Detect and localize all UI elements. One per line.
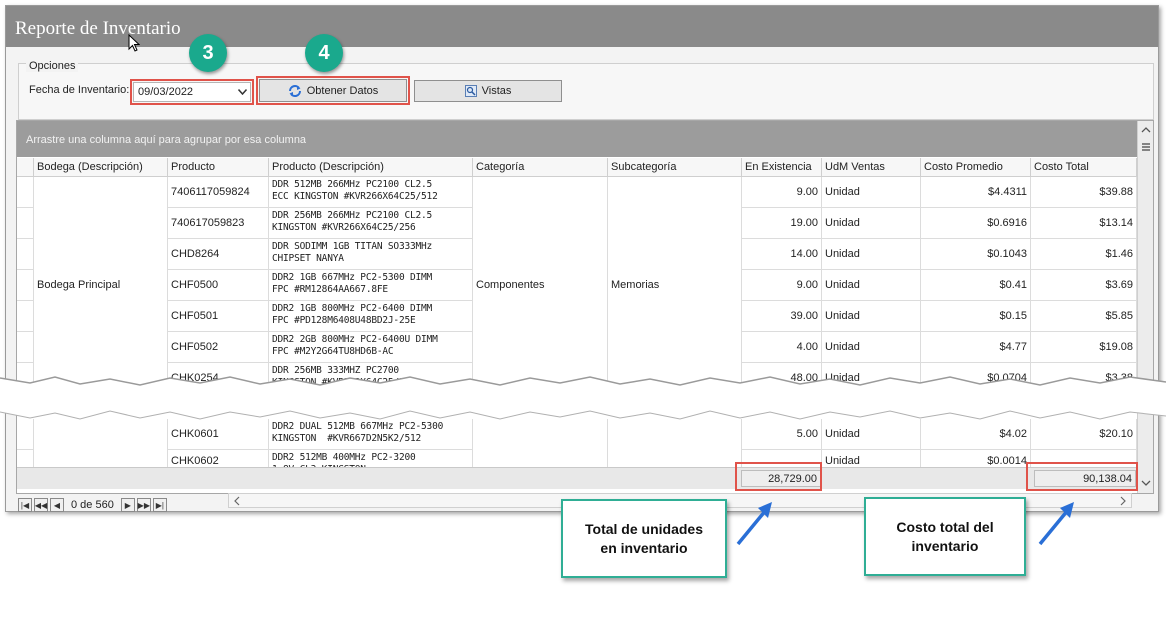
product-description: DDR 256MB 266MHz PC2100 CL2.5 KINGSTON #…	[269, 208, 473, 239]
warehouse-group-cell: Bodega Principal	[34, 177, 168, 394]
product-code: CHF0500	[168, 270, 269, 301]
date-label: Fecha de Inventario:	[29, 84, 130, 96]
step3-highlight	[130, 79, 254, 105]
summary-footer-row: 28,729.00 90,138.04	[17, 467, 1137, 489]
total-cost: $13.14	[1031, 208, 1137, 239]
header-total-cost[interactable]: Costo Total	[1031, 158, 1137, 177]
average-cost: $0.6916	[921, 208, 1031, 239]
average-cost: $0.1043	[921, 239, 1031, 270]
average-cost: $0.41	[921, 270, 1031, 301]
subcategory-group-cell-cont	[608, 419, 742, 472]
next-page-button[interactable]: ▶	[120, 498, 135, 512]
step-3-badge: 3	[189, 34, 227, 72]
header-category[interactable]: Categoría	[473, 158, 608, 177]
average-cost: $0.15	[921, 301, 1031, 332]
product-description: DDR 512MB 266MHz PC2100 CL2.5 ECC KINGST…	[269, 177, 473, 208]
header-warehouse[interactable]: Bodega (Descripción)	[34, 158, 168, 177]
row-selector[interactable]	[17, 332, 34, 363]
window-title: Reporte de Inventario	[15, 18, 181, 39]
stock-quantity: 14.00	[742, 239, 822, 270]
sales-uom: Unidad	[822, 301, 921, 332]
row-selector[interactable]	[17, 301, 34, 332]
warehouse-group-cell-cont	[34, 419, 168, 472]
torn-page-break	[0, 376, 1166, 420]
cost-arrow-icon	[1038, 502, 1074, 546]
sales-uom: Unidad	[822, 332, 921, 363]
header-stock[interactable]: En Existencia	[742, 158, 822, 177]
header-uom[interactable]: UdM Ventas	[822, 158, 921, 177]
row-selector-header[interactable]	[17, 158, 34, 177]
views-label: Vistas	[481, 85, 512, 97]
units-arrow-icon	[736, 502, 772, 546]
total-cost: $39.88	[1031, 177, 1137, 208]
total-cost: $5.85	[1031, 301, 1137, 332]
product-code: CHD8264	[168, 239, 269, 270]
scroll-left-icon[interactable]	[232, 495, 242, 507]
header-subcategory[interactable]: Subcategoría	[608, 158, 742, 177]
title-bar: Reporte de Inventario	[6, 6, 1158, 52]
magnifier-icon	[464, 85, 477, 97]
mouse-cursor-icon	[128, 34, 140, 52]
product-description: DDR SODIMM 1GB TITAN SO333MHz CHIPSET NA…	[269, 239, 473, 270]
stock-quantity: 19.00	[742, 208, 822, 239]
options-legend: Opciones	[26, 60, 79, 72]
average-cost: $4.77	[921, 332, 1031, 363]
next-block-button[interactable]: ▶▶	[136, 498, 151, 512]
total-cost-highlight	[1026, 462, 1138, 491]
pager-label: 0 de 560	[71, 499, 114, 511]
group-by-bar[interactable]: Arrastre una columna aquí para agrupar p…	[17, 121, 1137, 157]
product-code: 7406117059824	[168, 177, 269, 208]
scroll-down-icon[interactable]	[1138, 476, 1154, 490]
sales-uom: Unidad	[822, 177, 921, 208]
prev-page-button[interactable]: ◀	[50, 498, 64, 512]
scroll-right-icon[interactable]	[1118, 495, 1128, 507]
sales-uom: Unidad	[822, 208, 921, 239]
header-product[interactable]: Producto	[168, 158, 269, 177]
pager: |◀ ◀◀ ◀ 0 de 560 ▶ ▶▶ ▶|	[18, 495, 167, 515]
prev-block-button[interactable]: ◀◀	[34, 498, 48, 512]
total-cost: $19.08	[1031, 332, 1137, 363]
header-avg-cost[interactable]: Costo Promedio	[921, 158, 1031, 177]
row-selector[interactable]	[17, 177, 34, 208]
product-description: DDR2 2GB 800MHz PC2-6400U DIMM FPC #M2Y2…	[269, 332, 473, 363]
category-group-cell: Componentes	[473, 177, 608, 394]
group-hint: Arrastre una columna aquí para agrupar p…	[26, 134, 307, 146]
sales-uom: Unidad	[822, 239, 921, 270]
views-button[interactable]: Vistas	[414, 80, 562, 102]
header-product-desc[interactable]: Producto (Descripción)	[269, 158, 473, 177]
report-window: Reporte de Inventario Opciones Fecha de …	[5, 5, 1159, 512]
units-callout-text: Total de unidades en inventario	[585, 520, 703, 556]
last-page-button[interactable]: ▶|	[152, 498, 167, 512]
total-cost: $3.69	[1031, 270, 1137, 301]
step-4-badge: 4	[305, 34, 343, 72]
product-code: CHF0501	[168, 301, 269, 332]
category-group-cell-cont	[473, 419, 608, 472]
stock-quantity: 9.00	[742, 270, 822, 301]
sales-uom: Unidad	[822, 270, 921, 301]
cost-callout: Costo total del inventario	[864, 497, 1026, 576]
step4-highlight	[256, 76, 410, 105]
row-selector[interactable]	[17, 208, 34, 239]
stock-quantity: 9.00	[742, 177, 822, 208]
product-description: DDR2 1GB 667MHz PC2-5300 DIMM FPC #RM128…	[269, 270, 473, 301]
row-selector[interactable]	[17, 239, 34, 270]
average-cost: $4.4311	[921, 177, 1031, 208]
product-description: DDR2 1GB 800MHz PC2-6400 DIMM FPC #PD128…	[269, 301, 473, 332]
product-code: 740617059823	[168, 208, 269, 239]
vertical-scrollbar[interactable]	[1137, 121, 1154, 493]
stock-quantity: 4.00	[742, 332, 822, 363]
total-units-highlight	[735, 462, 822, 491]
column-chooser-icon[interactable]	[1138, 140, 1154, 154]
row-selector[interactable]	[17, 270, 34, 301]
inventory-grid: Arrastre una columna aquí para agrupar p…	[16, 120, 1154, 494]
first-page-button[interactable]: |◀	[18, 498, 32, 512]
product-code: CHF0502	[168, 332, 269, 363]
total-cost: $1.46	[1031, 239, 1137, 270]
units-callout: Total de unidades en inventario	[561, 499, 727, 578]
stock-quantity: 39.00	[742, 301, 822, 332]
cost-callout-text: Costo total del inventario	[896, 518, 994, 554]
subcategory-group-cell: Memorias	[608, 177, 742, 394]
scroll-up-icon[interactable]	[1138, 123, 1154, 137]
